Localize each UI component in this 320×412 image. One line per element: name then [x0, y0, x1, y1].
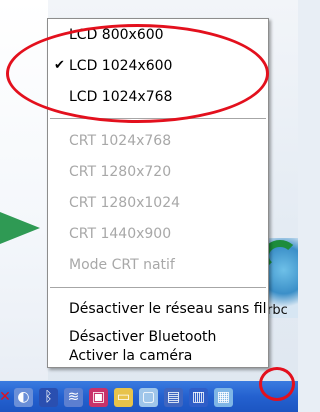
- highlight-oval-menu: [6, 24, 269, 123]
- screen-settings-icon[interactable]: ▦: [214, 387, 233, 407]
- menu-item-enable-camera[interactable]: Activer la caméra: [48, 349, 268, 367]
- menu-item-label: CRT 1280x1024: [69, 195, 181, 211]
- menu-item-label: CRT 1440x900: [69, 226, 172, 242]
- highlight-oval-tray: [259, 367, 295, 401]
- taskbar: ✕ ◐ ᛒ ≋ ▣ ▭ ▢ ▤ ▥ ▦: [0, 381, 298, 412]
- menu-item-label: Mode CRT natif: [69, 257, 175, 273]
- app-icon[interactable]: ▣: [89, 387, 108, 407]
- menu-item-crt-1024x768: CRT 1024x768: [48, 126, 268, 156]
- menu-separator: [50, 287, 266, 288]
- menu-item-label: CRT 1280x720: [69, 164, 172, 180]
- system-tray: ✕ ◐ ᛒ ≋ ▣ ▭ ▢ ▤ ▥ ▦: [0, 385, 239, 409]
- folder-icon[interactable]: ▭: [114, 387, 133, 407]
- close-x-icon[interactable]: ✕: [0, 388, 11, 407]
- menu-item-crt-1280x1024: CRT 1280x1024: [48, 188, 268, 218]
- display-icon[interactable]: ▥: [189, 387, 208, 407]
- desktop-arrow-icon: [0, 212, 40, 244]
- menu-item-mode-crt-natif: Mode CRT natif: [48, 250, 268, 280]
- menu-item-crt-1440x900: CRT 1440x900: [48, 219, 268, 249]
- menu-item-crt-1280x720: CRT 1280x720: [48, 157, 268, 187]
- wireless-icon[interactable]: ≋: [64, 387, 83, 407]
- menu-item-label: Désactiver le réseau sans fil: [69, 301, 267, 317]
- bluetooth-icon[interactable]: ᛒ: [39, 387, 58, 407]
- menu-item-label: CRT 1024x768: [69, 133, 172, 149]
- network-icon[interactable]: ◐: [14, 387, 33, 407]
- keyboard-icon[interactable]: ▤: [164, 387, 183, 407]
- monitor-icon[interactable]: ▢: [139, 387, 158, 407]
- menu-item-disable-wireless[interactable]: Désactiver le réseau sans fil: [48, 294, 268, 324]
- desktop-shortcut-label: rbc: [267, 303, 288, 318]
- menu-item-label: Activer la caméra: [69, 348, 193, 364]
